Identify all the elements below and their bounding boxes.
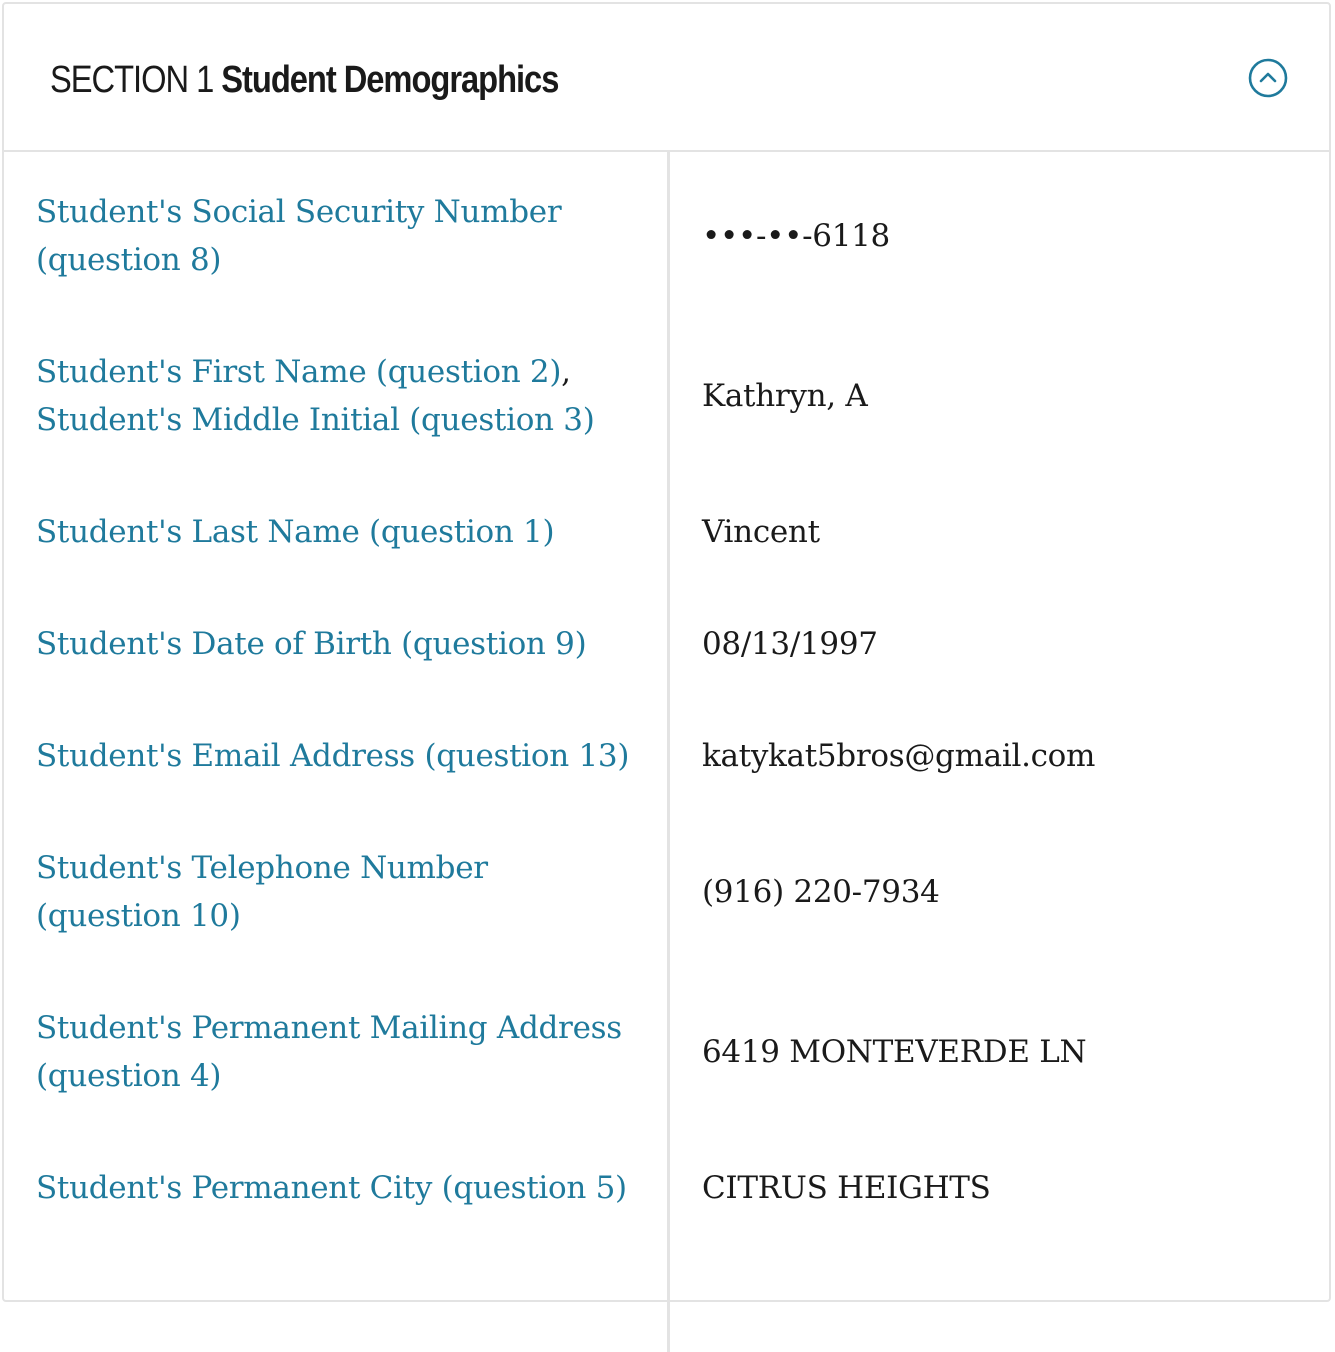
- field-label: Student's Social Security Number (questi…: [36, 188, 636, 284]
- question-link[interactable]: Student's Social Security Number (questi…: [36, 194, 562, 278]
- field-label: Student's Last Name (question 1): [36, 508, 636, 556]
- field-value: 08/13/1997: [702, 626, 878, 662]
- label-separator: ,: [561, 354, 571, 390]
- field-value: 6419 MONTEVERDE LN: [702, 1034, 1087, 1070]
- section-number: SECTION 1: [50, 59, 214, 101]
- chevron-up-circle-icon: [1248, 58, 1288, 98]
- section-title: SECTION 1 Student Demographics: [50, 56, 559, 104]
- question-link[interactable]: Student's Middle Initial (question 3): [36, 402, 595, 438]
- field-label: Student's Permanent Mailing Address (que…: [36, 1004, 636, 1100]
- field-label: Student's Date of Birth (question 9): [36, 620, 636, 668]
- field-label: Student's Telephone Number (question 10): [36, 844, 636, 940]
- section-panel: SECTION 1 Student Demographics Student's…: [2, 2, 1331, 1352]
- collapse-section-button[interactable]: [1248, 58, 1288, 98]
- question-link[interactable]: Student's Permanent Mailing Address (que…: [36, 1010, 622, 1094]
- section-name: Student Demographics: [221, 59, 559, 101]
- field-value: Vincent: [702, 514, 820, 550]
- section-body: Student's Social Security Number (questi…: [4, 152, 1329, 1352]
- field-value: katykat5bros@gmail.com: [702, 738, 1096, 774]
- question-link[interactable]: Student's First Name (question 2): [36, 354, 561, 390]
- field-value: Kathryn, A: [702, 378, 868, 414]
- field-value: •••-••-6118: [702, 218, 890, 254]
- question-link[interactable]: Student's Permanent City (question 5): [36, 1170, 627, 1206]
- question-link[interactable]: Student's Date of Birth (question 9): [36, 626, 587, 662]
- field-value: CITRUS HEIGHTS: [702, 1170, 991, 1206]
- question-link[interactable]: Student's Telephone Number (question 10): [36, 850, 488, 934]
- question-link[interactable]: Student's Last Name (question 1): [36, 514, 555, 550]
- question-link[interactable]: Student's Email Address (question 13): [36, 738, 629, 774]
- field-value: (916) 220-7934: [702, 874, 940, 910]
- column-divider: [667, 152, 670, 1352]
- section-header[interactable]: SECTION 1 Student Demographics: [4, 4, 1329, 152]
- field-label: Student's Email Address (question 13): [36, 732, 636, 780]
- field-label: Student's Permanent City (question 5): [36, 1164, 636, 1212]
- field-label: Student's First Name (question 2), Stude…: [36, 348, 636, 444]
